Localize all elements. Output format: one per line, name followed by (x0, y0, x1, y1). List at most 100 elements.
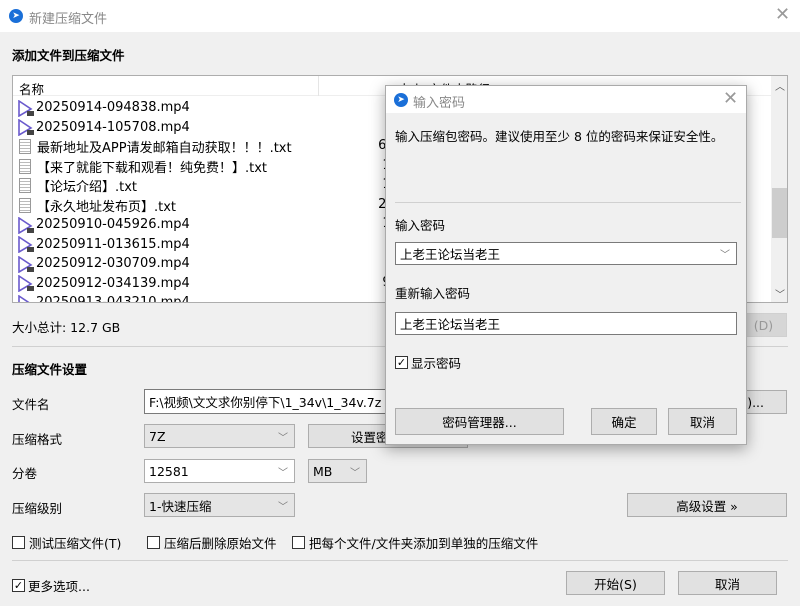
option-test[interactable]: 测试压缩文件(T) (12, 533, 121, 552)
confirm-password-label: 重新输入密码 (395, 286, 471, 301)
option-separate-archives[interactable]: 把每个文件/文件夹添加到单独的压缩文件 (292, 533, 538, 552)
checkbox-checked[interactable]: ✓ (395, 356, 408, 369)
file-name: 最新地址及APP请发邮箱自动获取！！！.txt (37, 141, 292, 156)
video-file-icon (17, 274, 34, 293)
volume-unit-value: MB (313, 463, 333, 479)
file-name: 【论坛介绍】.txt (37, 180, 138, 195)
scroll-up-icon[interactable]: ︿ (775, 78, 785, 93)
video-file-icon (17, 294, 33, 302)
dialog-cancel-button[interactable]: 取消 (668, 408, 737, 435)
chevron-down-icon: ﹀ (278, 501, 288, 513)
password-manager-label: 密码管理器... (442, 415, 517, 430)
browse-label: )... (747, 394, 764, 410)
list-item[interactable]: 20250912-034139.mp4 (17, 274, 190, 293)
scrollbar-thumb[interactable] (772, 188, 787, 238)
file-name: 20250912-034139.mp4 (36, 275, 190, 291)
video-file-icon (17, 216, 34, 234)
app-icon: ➤ (394, 93, 408, 107)
scroll-down-icon[interactable]: ﹀ (775, 286, 785, 301)
level-select[interactable]: 1-快速压缩 ﹀ (144, 493, 295, 517)
dialog-cancel-label: 取消 (689, 415, 715, 430)
list-item[interactable]: 【论坛介绍】.txt (17, 176, 137, 195)
ok-button[interactable]: 确定 (591, 408, 657, 435)
list-item[interactable]: 20250910-045926.mp4 (17, 215, 190, 234)
format-label: 压缩格式 (12, 432, 63, 447)
password-dialog: ➤ 输入密码 ✕ 输入压缩包密码。建议使用至少 8 位的密码来保证安全性。 输入… (385, 85, 747, 445)
checkbox[interactable] (292, 536, 305, 549)
start-button[interactable]: 开始(S) (566, 571, 665, 595)
list-item[interactable]: 【来了就能下载和观看！纯免费！】.txt (17, 157, 267, 176)
chevron-down-icon: ﹀ (278, 467, 288, 479)
format-select[interactable]: 7Z ﹀ (144, 424, 295, 448)
text-file-icon (19, 158, 31, 174)
volume-unit-select[interactable]: MB ﹀ (308, 459, 367, 483)
list-item[interactable]: 20250912-030709.mp4 (17, 254, 190, 273)
filename-label: 文件名 (12, 397, 50, 412)
show-password-label: 显示密码 (411, 356, 462, 371)
app-icon: ➤ (9, 9, 23, 23)
checkbox-checked[interactable]: ✓ (12, 579, 25, 592)
format-value: 7Z (149, 428, 166, 444)
filename-input[interactable]: F:\视频\文文求你别停下\1_34v\1_34v.7z (144, 389, 404, 414)
file-name: 【来了就能下载和观看！纯免费！】.txt (37, 160, 268, 176)
option-label: 测试压缩文件(T) (29, 536, 122, 551)
more-options-label: 更多选项... (28, 579, 90, 594)
confirm-password-value: 上老王论坛当老王 (400, 317, 501, 332)
volume-combo[interactable]: 12581 ﹀ (144, 459, 295, 483)
level-value: 1-快速压缩 (149, 498, 212, 514)
chevron-down-icon: ﹀ (350, 467, 360, 479)
volume-label: 分卷 (12, 466, 38, 481)
confirm-password-input[interactable]: 上老王论坛当老王 (395, 312, 737, 335)
list-item[interactable]: 20250914-105708.mp4 (17, 118, 190, 137)
window-title: 新建压缩文件 (29, 12, 108, 27)
show-password-checkbox[interactable]: ✓ 显示密码 (395, 353, 461, 372)
password-combo[interactable]: 上老王论坛当老王 ﹀ (395, 242, 737, 265)
file-name: 20250911-013615.mp4 (36, 236, 190, 252)
password-label: 输入密码 (395, 218, 446, 233)
file-name: 20250914-105708.mp4 (36, 119, 190, 135)
list-item[interactable]: 20250914-094838.mp4 (17, 98, 190, 117)
column-name[interactable]: 名称 (19, 79, 44, 98)
list-item[interactable]: 最新地址及APP请发邮箱自动获取！！！.txt (17, 137, 292, 156)
more-options[interactable]: ✓ 更多选项... (12, 576, 90, 595)
level-label: 压缩级别 (12, 501, 63, 516)
ok-label: 确定 (611, 415, 637, 430)
set-password-label: 设置密 (351, 429, 389, 445)
list-item[interactable]: 【永久地址发布页】.txt (17, 196, 176, 215)
option-delete-source[interactable]: 压缩后删除原始文件 (147, 533, 277, 552)
checkbox[interactable] (12, 536, 25, 549)
video-file-icon (17, 235, 34, 254)
close-icon[interactable]: ✕ (775, 6, 790, 24)
file-name: 20250912-030709.mp4 (36, 256, 190, 271)
checkbox[interactable] (147, 536, 160, 549)
password-value: 上老王论坛当老王 (400, 247, 501, 262)
option-label: 把每个文件/文件夹添加到单独的压缩文件 (309, 536, 539, 551)
chevron-down-icon: ﹀ (278, 432, 288, 444)
list-item[interactable]: 20250911-013615.mp4 (17, 235, 190, 254)
filename-value: F:\视频\文文求你别停下\1_34v\1_34v.7z (149, 395, 382, 410)
delete-button-label: (D) (753, 317, 774, 333)
dialog-title-bar: ➤ 输入密码 ✕ (386, 86, 746, 113)
video-file-icon (17, 118, 34, 137)
text-file-icon (19, 139, 31, 154)
section-add-heading: 添加文件到压缩文件 (12, 48, 125, 63)
advanced-settings-button[interactable]: 高级设置 » (627, 493, 787, 517)
cancel-button[interactable]: 取消 (678, 571, 777, 595)
volume-value: 12581 (149, 463, 189, 479)
password-manager-button[interactable]: 密码管理器... (395, 408, 564, 435)
video-file-icon (17, 99, 34, 117)
close-icon[interactable]: ✕ (723, 90, 738, 108)
chevron-down-icon[interactable]: ﹀ (720, 246, 730, 261)
file-name: 【永久地址发布页】.txt (37, 199, 177, 215)
dialog-message: 输入压缩包密码。建议使用至少 8 位的密码来保证安全性。 (395, 129, 724, 144)
scrollbar[interactable]: ︿ ﹀ (771, 76, 787, 302)
file-name: 20250910-045926.mp4 (36, 217, 190, 232)
text-file-icon (19, 197, 31, 213)
file-name: 20250914-094838.mp4 (36, 100, 190, 115)
video-file-icon (17, 255, 34, 273)
advanced-label: 高级设置 » (676, 498, 738, 514)
dialog-title: 输入密码 (413, 96, 466, 111)
cancel-label: 取消 (714, 576, 740, 592)
list-item[interactable]: 20250913-043210.mp4 (17, 293, 190, 303)
file-name: 20250913-043210.mp4 (36, 295, 190, 303)
